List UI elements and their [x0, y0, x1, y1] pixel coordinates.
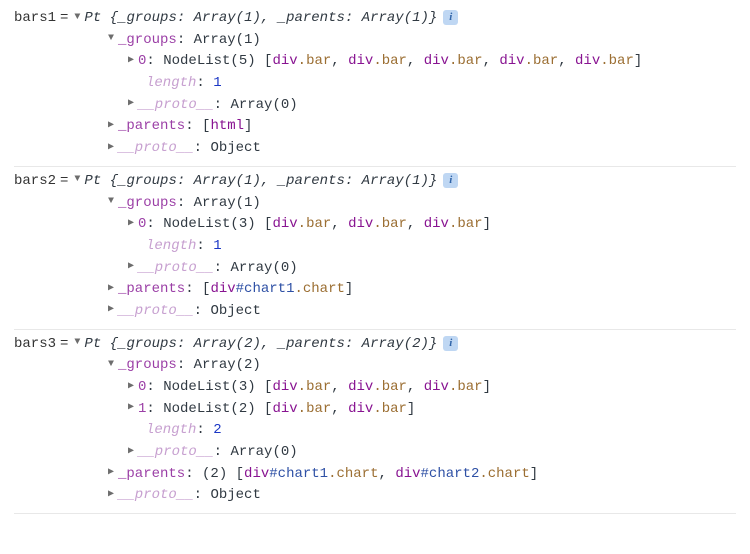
property-key: length: [146, 75, 196, 91]
property-key: length: [146, 238, 196, 254]
expand-arrow-icon[interactable]: ▶: [126, 379, 136, 395]
groups-row[interactable]: ▼_groups: Array(2): [14, 355, 736, 377]
length-row: length: 2: [14, 420, 736, 442]
length-value: 1: [213, 75, 221, 91]
property-key: _groups: [118, 195, 177, 211]
proto-object-row[interactable]: ▶__proto__: Object: [14, 301, 736, 323]
proto-array-row[interactable]: ▶__proto__: Array(0): [14, 95, 736, 117]
equals-sign: =: [56, 336, 72, 352]
property-key: _parents: [118, 118, 185, 134]
nodelist-head: NodeList(3): [163, 379, 255, 395]
constructor-name: Pt: [84, 10, 101, 26]
variable-name: bars3: [14, 336, 56, 352]
info-icon[interactable]: i: [443, 173, 458, 188]
length-value: 2: [213, 422, 221, 438]
console-entry: bars1=▼Pt {_groups: Array(1), _parents: …: [14, 8, 736, 167]
nodelist-row[interactable]: ▶0: NodeList(5) [div.bar, div.bar, div.b…: [14, 51, 736, 73]
property-key: _parents: [118, 466, 185, 482]
proto-object-row[interactable]: ▶__proto__: Object: [14, 138, 736, 160]
property-value: Array(0): [230, 260, 297, 276]
property-key: _groups: [118, 357, 177, 373]
expand-arrow-icon[interactable]: ▶: [106, 465, 116, 481]
length-row: length: 1: [14, 73, 736, 95]
expand-arrow-icon[interactable]: ▶: [106, 302, 116, 318]
property-value: Array(1): [194, 32, 261, 48]
expand-arrow-icon[interactable]: ▶: [106, 487, 116, 503]
object-summary: {_groups: Array(1), _parents: Array(1)}: [110, 10, 438, 26]
expand-arrow-icon[interactable]: ▼: [72, 335, 82, 351]
console-output: bars1=▼Pt {_groups: Array(1), _parents: …: [14, 8, 736, 514]
parents-row[interactable]: ▶_parents: (2) [div#chart1.chart, div#ch…: [14, 464, 736, 486]
property-key: length: [146, 422, 196, 438]
variable-name: bars1: [14, 10, 56, 26]
property-value: Object: [210, 140, 260, 156]
nodelist-row[interactable]: ▶0: NodeList(3) [div.bar, div.bar, div.b…: [14, 377, 736, 399]
expand-arrow-icon[interactable]: ▼: [106, 357, 116, 373]
property-key: __proto__: [118, 487, 194, 503]
proto-array-row[interactable]: ▶__proto__: Array(0): [14, 442, 736, 464]
object-summary: {_groups: Array(1), _parents: Array(1)}: [110, 173, 438, 189]
equals-sign: =: [56, 173, 72, 189]
parents-value: [html]: [202, 118, 252, 134]
object-summary-row[interactable]: bars1=▼Pt {_groups: Array(1), _parents: …: [14, 8, 736, 30]
nodelist-members: [div.bar, div.bar, div.bar]: [264, 216, 491, 232]
nodelist-row[interactable]: ▶0: NodeList(3) [div.bar, div.bar, div.b…: [14, 214, 736, 236]
property-key: __proto__: [118, 303, 194, 319]
console-entry: bars2=▼Pt {_groups: Array(1), _parents: …: [14, 167, 736, 330]
expand-arrow-icon[interactable]: ▼: [106, 31, 116, 47]
property-value: Array(1): [194, 195, 261, 211]
parents-row[interactable]: ▶_parents: [html]: [14, 116, 736, 138]
nodelist-row[interactable]: ▶1: NodeList(2) [div.bar, div.bar]: [14, 399, 736, 421]
property-value: Object: [210, 303, 260, 319]
expand-arrow-icon[interactable]: ▶: [106, 281, 116, 297]
info-icon[interactable]: i: [443, 10, 458, 25]
info-icon[interactable]: i: [443, 336, 458, 351]
object-summary: {_groups: Array(2), _parents: Array(2)}: [110, 336, 438, 352]
expand-arrow-icon[interactable]: ▼: [72, 10, 82, 26]
console-entry: bars3=▼Pt {_groups: Array(2), _parents: …: [14, 330, 736, 515]
property-value: Array(0): [230, 444, 297, 460]
nodelist-members: [div.bar, div.bar, div.bar, div.bar, div…: [264, 53, 642, 69]
constructor-name: Pt: [84, 336, 101, 352]
parents-value: [div#chart1.chart]: [202, 281, 353, 297]
parents-value: (2) [div#chart1.chart, div#chart2.chart]: [202, 466, 538, 482]
nodelist-members: [div.bar, div.bar, div.bar]: [264, 379, 491, 395]
nodelist-head: NodeList(2): [163, 401, 255, 417]
proto-array-row[interactable]: ▶__proto__: Array(0): [14, 258, 736, 280]
length-value: 1: [213, 238, 221, 254]
property-key: _parents: [118, 281, 185, 297]
expand-arrow-icon[interactable]: ▼: [106, 194, 116, 210]
parents-row[interactable]: ▶_parents: [div#chart1.chart]: [14, 279, 736, 301]
property-key: __proto__: [138, 260, 214, 276]
property-value: Object: [210, 487, 260, 503]
groups-row[interactable]: ▼_groups: Array(1): [14, 30, 736, 52]
expand-arrow-icon[interactable]: ▶: [106, 118, 116, 134]
object-summary-row[interactable]: bars3=▼Pt {_groups: Array(2), _parents: …: [14, 334, 736, 356]
expand-arrow-icon[interactable]: ▶: [126, 53, 136, 69]
expand-arrow-icon[interactable]: ▶: [126, 444, 136, 460]
expand-arrow-icon[interactable]: ▼: [72, 172, 82, 188]
property-value: Array(2): [194, 357, 261, 373]
equals-sign: =: [56, 10, 72, 26]
property-key: __proto__: [138, 444, 214, 460]
property-key: __proto__: [118, 140, 194, 156]
nodelist-head: NodeList(5): [163, 53, 255, 69]
nodelist-members: [div.bar, div.bar]: [264, 401, 415, 417]
expand-arrow-icon[interactable]: ▶: [126, 259, 136, 275]
property-key: _groups: [118, 32, 177, 48]
expand-arrow-icon[interactable]: ▶: [126, 216, 136, 232]
property-key: __proto__: [138, 97, 214, 113]
property-value: Array(0): [230, 97, 297, 113]
groups-row[interactable]: ▼_groups: Array(1): [14, 193, 736, 215]
expand-arrow-icon[interactable]: ▶: [126, 96, 136, 112]
nodelist-head: NodeList(3): [163, 216, 255, 232]
variable-name: bars2: [14, 173, 56, 189]
expand-arrow-icon[interactable]: ▶: [126, 400, 136, 416]
expand-arrow-icon[interactable]: ▶: [106, 140, 116, 156]
proto-object-row[interactable]: ▶__proto__: Object: [14, 485, 736, 507]
object-summary-row[interactable]: bars2=▼Pt {_groups: Array(1), _parents: …: [14, 171, 736, 193]
constructor-name: Pt: [84, 173, 101, 189]
length-row: length: 1: [14, 236, 736, 258]
